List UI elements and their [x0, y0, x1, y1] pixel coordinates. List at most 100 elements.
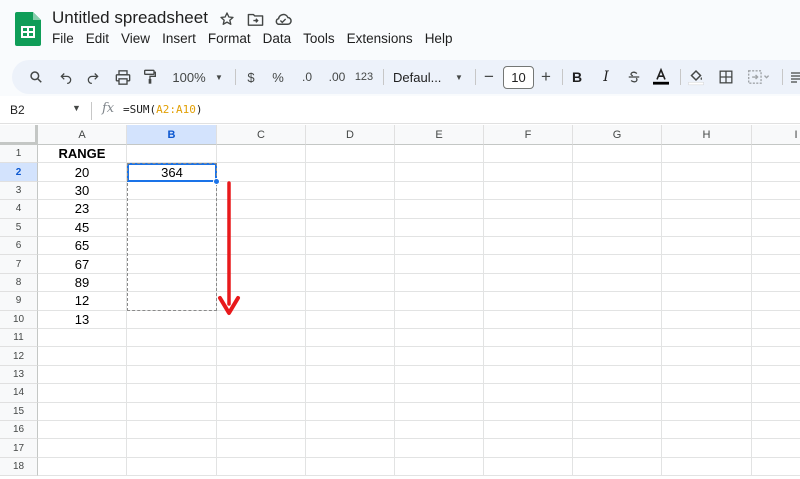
row-header-1[interactable]: 1: [0, 145, 38, 164]
cell-e13[interactable]: [395, 365, 484, 385]
cell-g5[interactable]: [573, 218, 662, 237]
name-box[interactable]: B2: [10, 103, 25, 117]
cell-i3[interactable]: [752, 182, 800, 201]
fill-handle[interactable]: [213, 177, 220, 185]
merge-cells-icon[interactable]: [746, 60, 772, 94]
text-color-icon[interactable]: [652, 60, 670, 94]
cell-b17[interactable]: [127, 439, 217, 458]
cell-a11[interactable]: [38, 329, 127, 348]
cell-h18[interactable]: [662, 457, 752, 477]
cell-a16[interactable]: [38, 421, 127, 440]
column-header-f[interactable]: F: [484, 125, 573, 145]
cell-g1[interactable]: [573, 145, 662, 164]
cell-d7[interactable]: [306, 255, 395, 274]
menu-data[interactable]: Data: [263, 31, 292, 46]
cell-g17[interactable]: [573, 439, 662, 458]
select-all-corner[interactable]: [0, 125, 38, 145]
cell-e15[interactable]: [395, 402, 484, 421]
cell-c10[interactable]: [217, 310, 306, 329]
cell-a5[interactable]: 45: [38, 218, 127, 237]
cell-f9[interactable]: [484, 292, 573, 311]
cell-h13[interactable]: [662, 365, 752, 385]
row-header-10[interactable]: 10: [0, 310, 38, 329]
search-menus-icon[interactable]: [26, 60, 46, 94]
column-header-b[interactable]: B: [127, 125, 217, 145]
column-header-i[interactable]: I: [752, 125, 800, 145]
cell-a3[interactable]: 30: [38, 181, 127, 201]
cell-a6[interactable]: 65: [38, 237, 127, 256]
cell-f1[interactable]: [484, 145, 573, 164]
cell-c16[interactable]: [217, 421, 306, 440]
cell-g15[interactable]: [573, 402, 662, 421]
row-header-15[interactable]: 15: [0, 402, 38, 421]
print-icon[interactable]: [112, 60, 134, 94]
cell-c6[interactable]: [217, 237, 306, 256]
cell-g18[interactable]: [573, 457, 662, 477]
row-header-6[interactable]: 6: [0, 237, 38, 256]
font-dropdown-icon[interactable]: ▼: [453, 60, 465, 94]
cell-c13[interactable]: [217, 365, 306, 385]
cell-i4[interactable]: [752, 200, 800, 219]
row-header-7[interactable]: 7: [0, 255, 38, 274]
cell-a13[interactable]: [38, 365, 127, 385]
row-header-18[interactable]: 18: [0, 457, 38, 477]
cell-b16[interactable]: [127, 421, 217, 440]
menu-file[interactable]: File: [52, 31, 74, 46]
borders-icon[interactable]: [717, 60, 735, 94]
cell-i2[interactable]: [752, 163, 800, 182]
menu-tools[interactable]: Tools: [303, 31, 335, 46]
cell-a15[interactable]: [38, 402, 127, 421]
cell-g8[interactable]: [573, 273, 662, 293]
cell-b11[interactable]: [127, 329, 217, 348]
cell-d15[interactable]: [306, 402, 395, 421]
cell-e7[interactable]: [395, 255, 484, 274]
cell-i14[interactable]: [752, 384, 800, 403]
cell-d5[interactable]: [306, 218, 395, 237]
cell-h5[interactable]: [662, 218, 752, 237]
cell-g14[interactable]: [573, 384, 662, 403]
font-size-input[interactable]: 10: [503, 66, 534, 89]
column-header-g[interactable]: G: [573, 125, 662, 145]
cell-g12[interactable]: [573, 347, 662, 366]
cell-a4[interactable]: 23: [38, 200, 127, 219]
cell-a2[interactable]: 20: [38, 163, 127, 182]
cell-a17[interactable]: [38, 439, 127, 458]
cloud-saved-icon[interactable]: [273, 9, 293, 29]
cell-d16[interactable]: [306, 421, 395, 440]
decrease-decimal-button[interactable]: .0: [297, 60, 317, 94]
cell-i15[interactable]: [752, 403, 800, 421]
cell-e3[interactable]: [395, 181, 484, 201]
cell-i18[interactable]: [752, 458, 800, 477]
cell-g7[interactable]: [573, 255, 662, 274]
row-header-9[interactable]: 9: [0, 292, 38, 311]
row-header-8[interactable]: 8: [0, 273, 38, 293]
cell-c18[interactable]: [217, 457, 306, 477]
menu-edit[interactable]: Edit: [86, 31, 109, 46]
cell-f5[interactable]: [484, 218, 573, 237]
cell-i9[interactable]: [752, 292, 800, 311]
cell-h12[interactable]: [662, 347, 752, 366]
cell-c11[interactable]: [217, 329, 306, 348]
cell-i5[interactable]: [752, 219, 800, 237]
cell-e4[interactable]: [395, 200, 484, 219]
row-header-14[interactable]: 14: [0, 384, 38, 403]
menu-extensions[interactable]: Extensions: [347, 31, 413, 46]
decrease-font-size-button[interactable]: −: [482, 60, 496, 94]
cell-e6[interactable]: [395, 237, 484, 256]
cell-i16[interactable]: [752, 421, 800, 440]
cell-g10[interactable]: [573, 310, 662, 329]
cell-i1[interactable]: [752, 145, 800, 164]
cell-c2[interactable]: [217, 163, 306, 182]
cell-h15[interactable]: [662, 402, 752, 421]
redo-icon[interactable]: [83, 60, 103, 94]
cell-c17[interactable]: [217, 439, 306, 458]
cell-a9[interactable]: 12: [38, 292, 127, 311]
cell-f13[interactable]: [484, 365, 573, 385]
cell-d12[interactable]: [306, 347, 395, 366]
column-header-e[interactable]: E: [395, 125, 484, 145]
column-header-h[interactable]: H: [662, 125, 752, 145]
menu-format[interactable]: Format: [208, 31, 251, 46]
star-icon[interactable]: [217, 9, 237, 29]
cell-b15[interactable]: [127, 402, 217, 421]
cell-d6[interactable]: [306, 237, 395, 256]
